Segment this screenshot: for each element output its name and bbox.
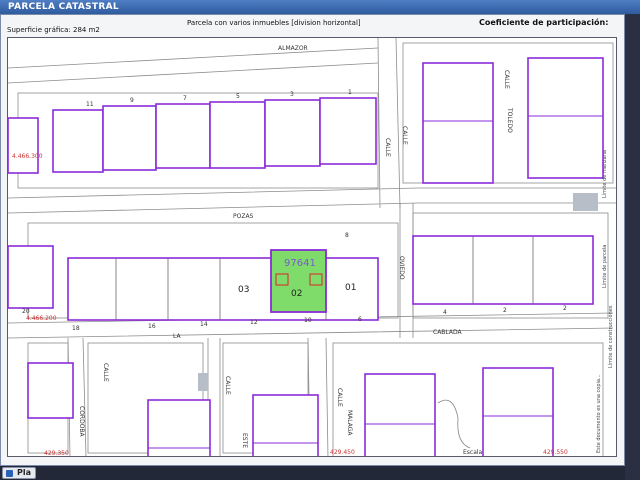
house-number-mid: 2 <box>503 307 507 314</box>
street-label-calle-5: CALLE <box>224 376 231 395</box>
street-label-cablada: CABLADA <box>433 329 463 336</box>
house-number-mid: 14 <box>200 321 208 328</box>
street-label-calle-3: CALLE <box>401 126 408 145</box>
street-label-pozas: POZAS <box>233 213 254 220</box>
side-legend: Límite de manzana Límite de parcela Lími… <box>596 150 614 453</box>
street-label-calle-1: CALLE <box>384 138 391 157</box>
street-label-calle-4: CALLE <box>102 363 109 382</box>
unit-label: 03 <box>238 285 249 295</box>
coord-label: 4.466.200 <box>26 315 57 322</box>
legend-item: Límite de manzana <box>601 150 608 198</box>
plan-icon <box>6 470 13 477</box>
map-marker-box <box>198 373 208 391</box>
unit-label: 01 <box>345 283 356 293</box>
unit-label: 02 <box>291 289 302 299</box>
house-number-mid: 8 <box>345 232 349 239</box>
window-title-bar: PARCELA CATASTRAL <box>0 0 640 14</box>
coord-label: 4.466.300 <box>12 153 43 160</box>
map-control-box[interactable] <box>573 193 598 211</box>
plan-button-label: Pla <box>17 468 32 477</box>
map-canvas: ALMAZOR CALLE TOLEDO CALLE POZAS OVIEDO … <box>8 38 616 457</box>
parcel-description: Parcela con varios inmuebles [division h… <box>187 19 361 27</box>
house-number-mid: 18 <box>72 325 80 332</box>
house-number-mid: 6 <box>358 316 362 323</box>
house-number-top: 5 <box>236 93 240 100</box>
street-label-calle-2: CALLE <box>503 70 510 89</box>
bottom-toolbar: Pla <box>0 466 625 480</box>
house-number-top: 9 <box>130 97 134 104</box>
house-number-top: 7 <box>183 95 187 102</box>
info-bar: Superficie gráfica: 284 m2 Parcela con v… <box>1 15 624 35</box>
legend-item: Límite de parcela <box>601 245 608 288</box>
house-number-top: 11 <box>86 101 94 108</box>
house-number-top: 3 <box>290 91 294 98</box>
house-number-mid: 2 <box>563 305 567 312</box>
surface-text: Superficie gráfica: 284 m2 <box>7 26 100 34</box>
coord-label: 429.350 <box>44 450 69 457</box>
coefficient-label: Coeficiente de participación: <box>479 18 609 27</box>
house-number-mid: 20 <box>22 308 30 315</box>
house-number-top: 1 <box>348 89 352 96</box>
street-label-oviedo: OVIEDO <box>398 256 405 280</box>
street-label-este: ESTE <box>241 433 248 448</box>
cadastral-map[interactable]: ALMAZOR CALLE TOLEDO CALLE POZAS OVIEDO … <box>7 37 617 457</box>
street-label-calle-6: CALLE <box>336 388 343 407</box>
garden-path <box>437 399 471 449</box>
coord-label: 429.450 <box>330 449 355 456</box>
right-panel-edge <box>625 14 640 480</box>
street-label-malaga: MALAGA <box>346 410 353 436</box>
house-number-mid: 12 <box>250 319 258 326</box>
house-number-mid: 4 <box>443 309 447 316</box>
legend-item: Este documento es una copia... <box>596 374 602 453</box>
street-label-cordoba: CORDOBA <box>78 406 85 438</box>
street-label-almazor: ALMAZOR <box>278 45 308 52</box>
street-label-la: LA <box>173 333 181 340</box>
house-number-mid: 16 <box>148 323 156 330</box>
coord-label: 429.550 <box>543 449 568 456</box>
legend-item: Límite de construcciones <box>607 305 614 368</box>
parcel-id: 97641 <box>284 258 316 269</box>
street-label-toledo: TOLEDO <box>506 107 513 133</box>
plan-button[interactable]: Pla <box>2 467 37 479</box>
house-number-mid: 10 <box>304 317 312 324</box>
window-title: PARCELA CATASTRAL <box>8 2 119 12</box>
scale-label: Escala <box>463 449 483 456</box>
cadastral-sheet: Superficie gráfica: 284 m2 Parcela con v… <box>0 14 625 466</box>
